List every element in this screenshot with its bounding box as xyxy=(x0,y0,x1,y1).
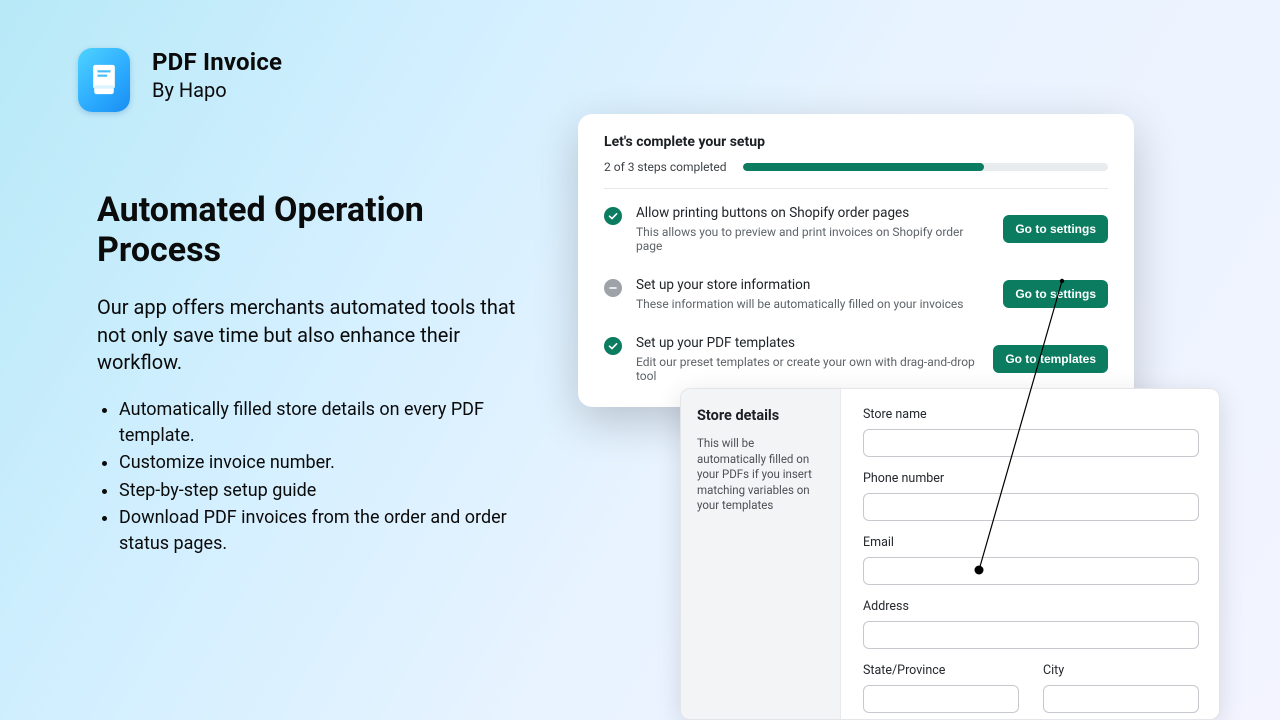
task-subtitle: Edit our preset templates or create your… xyxy=(636,355,979,383)
task-title: Set up your store information xyxy=(636,277,989,293)
minus-circle-icon xyxy=(604,279,622,297)
setup-progress-text: 2 of 3 steps completed xyxy=(604,160,727,174)
label-address: Address xyxy=(863,599,1199,614)
store-details-title: Store details xyxy=(697,407,824,424)
store-details-card: Store details This will be automatically… xyxy=(680,388,1220,720)
label-phone: Phone number xyxy=(863,471,1199,486)
go-to-templates-button[interactable]: Go to templates xyxy=(993,345,1108,373)
hero-bullet: Download PDF invoices from the order and… xyxy=(119,505,547,556)
setup-task: Set up your PDF templates Edit our prese… xyxy=(604,319,1108,383)
state-input[interactable] xyxy=(863,685,1019,713)
label-state: State/Province xyxy=(863,663,1019,678)
setup-task: Set up your store information These info… xyxy=(604,261,1108,311)
hero-bullet: Customize invoice number. xyxy=(119,450,547,476)
store-details-side: Store details This will be automatically… xyxy=(681,389,841,719)
go-to-settings-button[interactable]: Go to settings xyxy=(1003,215,1108,243)
task-subtitle: These information will be automatically … xyxy=(636,297,989,311)
progress-fill xyxy=(743,163,984,171)
task-title: Set up your PDF templates xyxy=(636,335,979,351)
progress-bar xyxy=(743,163,1108,171)
check-circle-icon xyxy=(604,337,622,355)
store-name-input[interactable] xyxy=(863,429,1199,457)
setup-progress: 2 of 3 steps completed xyxy=(604,160,1108,189)
email-input[interactable] xyxy=(863,557,1199,585)
hero-lead: Our app offers merchants automated tools… xyxy=(97,294,547,377)
hero-bullet: Automatically filled store details on ev… xyxy=(119,397,547,448)
store-details-desc: This will be automatically filled on you… xyxy=(697,436,824,514)
label-city: City xyxy=(1043,663,1199,678)
app-vendor: By Hapo xyxy=(152,78,282,102)
go-to-settings-button[interactable]: Go to settings xyxy=(1003,280,1108,308)
setup-card: Let's complete your setup 2 of 3 steps c… xyxy=(578,114,1134,407)
phone-input[interactable] xyxy=(863,493,1199,521)
app-header: PDF Invoice By Hapo xyxy=(78,48,282,112)
task-subtitle: This allows you to preview and print inv… xyxy=(636,225,989,253)
task-title: Allow printing buttons on Shopify order … xyxy=(636,205,989,221)
store-details-form: Store name Phone number Email Address St… xyxy=(841,389,1219,719)
hero-bullet-list: Automatically filled store details on ev… xyxy=(97,397,547,556)
label-email: Email xyxy=(863,535,1199,550)
hero-title: Automated Operation Process xyxy=(97,190,547,270)
hero-bullet: Step-by-step setup guide xyxy=(119,478,547,504)
check-circle-icon xyxy=(604,207,622,225)
hero-copy: Automated Operation Process Our app offe… xyxy=(97,190,547,558)
setup-title: Let's complete your setup xyxy=(604,134,1108,150)
label-store-name: Store name xyxy=(863,407,1199,422)
app-logo-icon xyxy=(78,48,130,112)
app-name: PDF Invoice xyxy=(152,48,282,76)
address-input[interactable] xyxy=(863,621,1199,649)
city-input[interactable] xyxy=(1043,685,1199,713)
setup-task: Allow printing buttons on Shopify order … xyxy=(604,189,1108,253)
